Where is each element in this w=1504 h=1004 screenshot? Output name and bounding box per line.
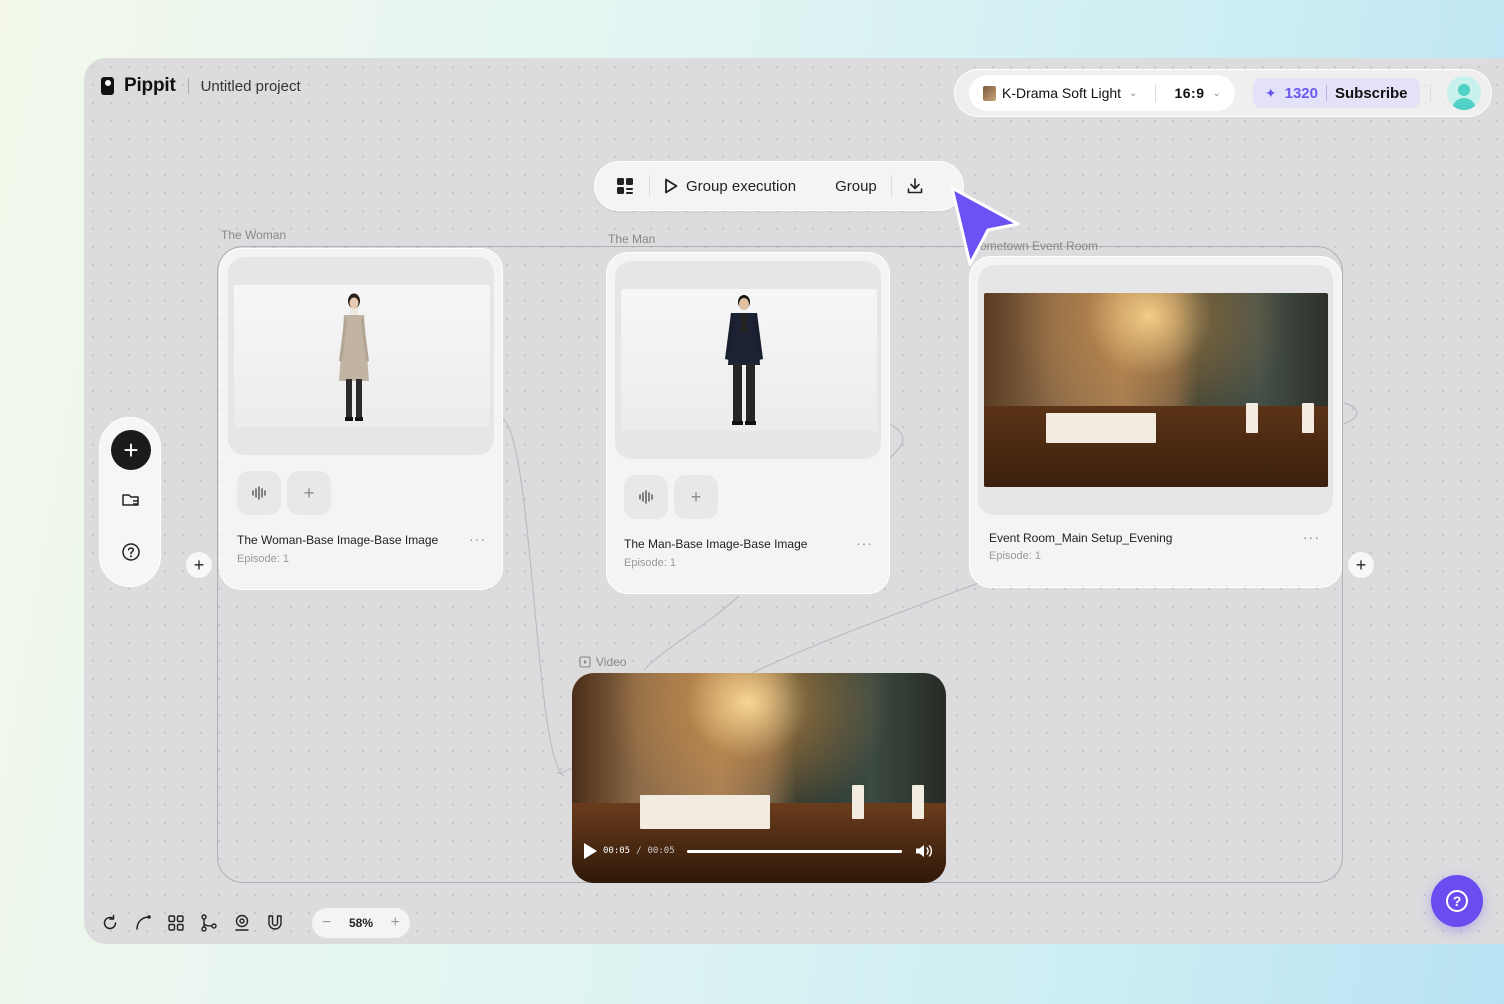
current-time: 00:05 (603, 846, 631, 856)
group-label-woman: The Woman (221, 228, 287, 242)
zoom-in-button[interactable]: + (391, 914, 400, 932)
cocktail-table (1302, 403, 1314, 433)
cocktail-table (1246, 403, 1258, 433)
video-icon (579, 656, 591, 668)
event-room-photo (984, 293, 1328, 487)
waveform-icon (639, 490, 653, 504)
help-icon[interactable] (121, 542, 141, 562)
add-button[interactable]: + (287, 471, 331, 515)
more-options-icon[interactable]: ··· (856, 535, 873, 551)
man-image-card[interactable]: + The Man-Base Image-Base Image ··· Epis… (606, 252, 890, 594)
help-button[interactable]: ? (1431, 875, 1483, 927)
woman-figure (339, 293, 369, 421)
card-episode: Episode: 1 (237, 553, 289, 565)
card-episode: Episode: 1 (989, 550, 1041, 562)
refresh-icon[interactable] (100, 913, 120, 933)
question-icon: ? (1446, 890, 1468, 912)
woman-image-card[interactable]: + The Woman-Base Image-Base Image ··· Ep… (219, 248, 503, 590)
image-frame (978, 265, 1333, 515)
side-toolbar: + (99, 417, 161, 587)
plus-icon: + (690, 486, 702, 507)
card-title: The Woman-Base Image-Base Image (237, 533, 439, 547)
add-node-left-button[interactable]: + (185, 551, 213, 579)
zoom-level: 58% (348, 916, 374, 930)
waveform-icon (252, 486, 266, 500)
pointer-cursor-icon (950, 186, 1020, 266)
card-title: The Man-Base Image-Base Image (624, 537, 808, 551)
more-options-icon[interactable]: ··· (1303, 529, 1320, 545)
duration: 00:05 (647, 846, 675, 856)
banquet-table (640, 795, 770, 829)
folder-icon[interactable] (121, 490, 141, 510)
magnet-icon[interactable] (265, 913, 285, 933)
video-progress-fill (686, 849, 902, 853)
grid-layout-icon[interactable] (166, 913, 186, 933)
card-episode: Episode: 1 (624, 557, 676, 569)
group-label-man: The Man (608, 232, 656, 246)
man-photo (621, 289, 877, 431)
location-pin-icon[interactable] (232, 913, 252, 933)
image-frame (615, 261, 881, 459)
man-figure (725, 295, 763, 425)
woman-photo (234, 285, 490, 427)
curve-connector-icon[interactable] (133, 913, 153, 933)
more-options-icon[interactable]: ··· (469, 531, 486, 547)
cocktail-table (912, 785, 924, 819)
volume-icon[interactable] (914, 843, 934, 859)
zoom-control: − 58% + (312, 908, 410, 938)
play-icon[interactable] (584, 843, 597, 859)
bottom-toolbar: − 58% + (100, 908, 410, 938)
canvas-app: Pippit Untitled project K-Drama Soft Lig… (84, 58, 1504, 944)
image-frame (228, 257, 494, 455)
video-progress-bar[interactable] (686, 849, 902, 853)
video-controls: 00:05 / 00:05 (584, 841, 934, 861)
audio-button[interactable] (237, 471, 281, 515)
time-separator: / (636, 846, 642, 856)
video-label-text: Video (596, 655, 627, 669)
add-button[interactable]: + (111, 430, 151, 470)
cocktail-table (852, 785, 864, 819)
card-title-room: Event Room_Main Setup_Evening (989, 531, 1173, 545)
branch-icon[interactable] (199, 913, 219, 933)
add-node-right-button[interactable]: + (1347, 551, 1375, 579)
plus-icon: + (303, 482, 315, 503)
banquet-table (1046, 413, 1156, 443)
audio-button[interactable] (624, 475, 668, 519)
zoom-out-button[interactable]: − (322, 914, 331, 932)
add-button[interactable]: + (674, 475, 718, 519)
video-player[interactable]: 00:05 / 00:05 (572, 673, 946, 883)
video-node-label: Video (579, 655, 626, 669)
